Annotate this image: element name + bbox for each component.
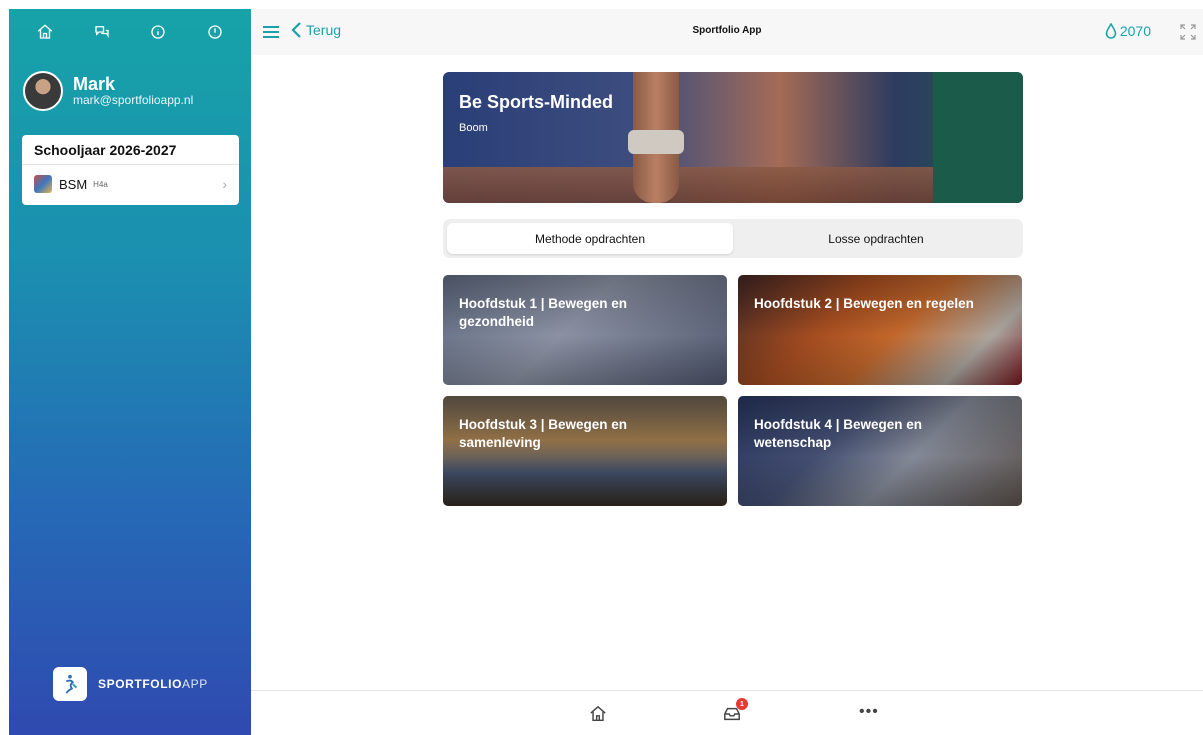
chapter-title: Hoofdstuk 4 | Bewegen en wetenschap <box>754 417 923 450</box>
brand-name-light: APP <box>182 677 208 691</box>
hero-image-kneepad <box>628 130 684 154</box>
page-title: Sportfolio App <box>692 25 762 36</box>
school-year-title: Schooljaar 2026-2027 <box>22 135 239 165</box>
chapter-title: Hoofdstuk 1 | Bewegen en gezondheid <box>459 296 628 329</box>
class-item-bsm[interactable]: BSM H4a › <box>22 165 239 203</box>
chapter-title: Hoofdstuk 2 | Bewegen en regelen <box>754 296 974 311</box>
sportfolio-logo-icon <box>53 667 87 701</box>
brand-logo-block: SPORTFOLIOAPP <box>53 667 208 701</box>
sidebar: Mark mark@sportfolioapp.nl Schooljaar 20… <box>9 9 251 735</box>
user-profile[interactable]: Mark mark@sportfolioapp.nl <box>23 71 193 111</box>
top-bar: Terug Sportfolio App 2070 <box>251 9 1203 55</box>
tab-home-icon[interactable] <box>589 705 609 725</box>
window-top-edge <box>0 0 1203 9</box>
class-thumbnail <box>34 175 52 193</box>
more-icon[interactable]: ••• <box>859 703 879 721</box>
chat-icon[interactable] <box>91 21 113 43</box>
class-name: BSM <box>59 176 88 192</box>
avatar <box>23 71 63 111</box>
profile-text: Mark mark@sportfolioapp.nl <box>73 75 193 107</box>
bottom-tab-bar: 1 ••• <box>251 690 1203 735</box>
brand-name: SPORTFOLIOAPP <box>98 677 208 691</box>
hero-title: Be Sports-Minded <box>459 92 614 112</box>
chapter-card-4[interactable]: Hoofdstuk 4 | Bewegen en wetenschap <box>738 396 1022 506</box>
hero-green-panel <box>933 72 1023 203</box>
chapter-card-2[interactable]: Hoofdstuk 2 | Bewegen en regelen <box>738 275 1022 385</box>
tab-loose-assignments[interactable]: Losse opdrachten <box>733 223 1019 254</box>
chapter-card-1[interactable]: Hoofdstuk 1 | Bewegen en gezondheid <box>443 275 727 385</box>
drop-icon <box>1105 23 1117 39</box>
card-image-overlay <box>738 275 1022 385</box>
chapter-title: Hoofdstuk 3 | Bewegen en samenleving <box>459 417 628 450</box>
info-icon[interactable] <box>147 21 169 43</box>
inbox-badge: 1 <box>736 698 748 710</box>
method-hero-banner: Be Sports-Minded Boom <box>443 72 1023 203</box>
tab-method-assignments[interactable]: Methode opdrachten <box>447 223 733 254</box>
drops-count: 2070 <box>1119 23 1151 39</box>
drops-counter[interactable]: 2070 <box>1105 23 1151 39</box>
profile-email: mark@sportfolioapp.nl <box>73 93 194 107</box>
hero-subtitle: Boom <box>459 122 488 134</box>
profile-name: Mark <box>73 74 116 94</box>
sidebar-top-icons <box>9 9 251 55</box>
alert-icon[interactable] <box>204 21 226 43</box>
app-window: Mark mark@sportfolioapp.nl Schooljaar 20… <box>0 0 1203 735</box>
fullscreen-icon[interactable] <box>1179 23 1197 41</box>
brand-name-bold: SPORTFOLIO <box>98 677 182 691</box>
school-year-card: Schooljaar 2026-2027 BSM H4a › <box>22 135 239 205</box>
window-left-edge <box>0 0 9 735</box>
tab-inbox-icon[interactable]: 1 <box>723 698 748 725</box>
chapter-card-3[interactable]: Hoofdstuk 3 | Bewegen en samenleving <box>443 396 727 506</box>
assignment-type-segmented-control: Methode opdrachten Losse opdrachten <box>443 219 1023 258</box>
chevron-right-icon: › <box>222 176 227 192</box>
home-icon[interactable] <box>34 21 56 43</box>
class-group: H4a <box>93 179 108 189</box>
